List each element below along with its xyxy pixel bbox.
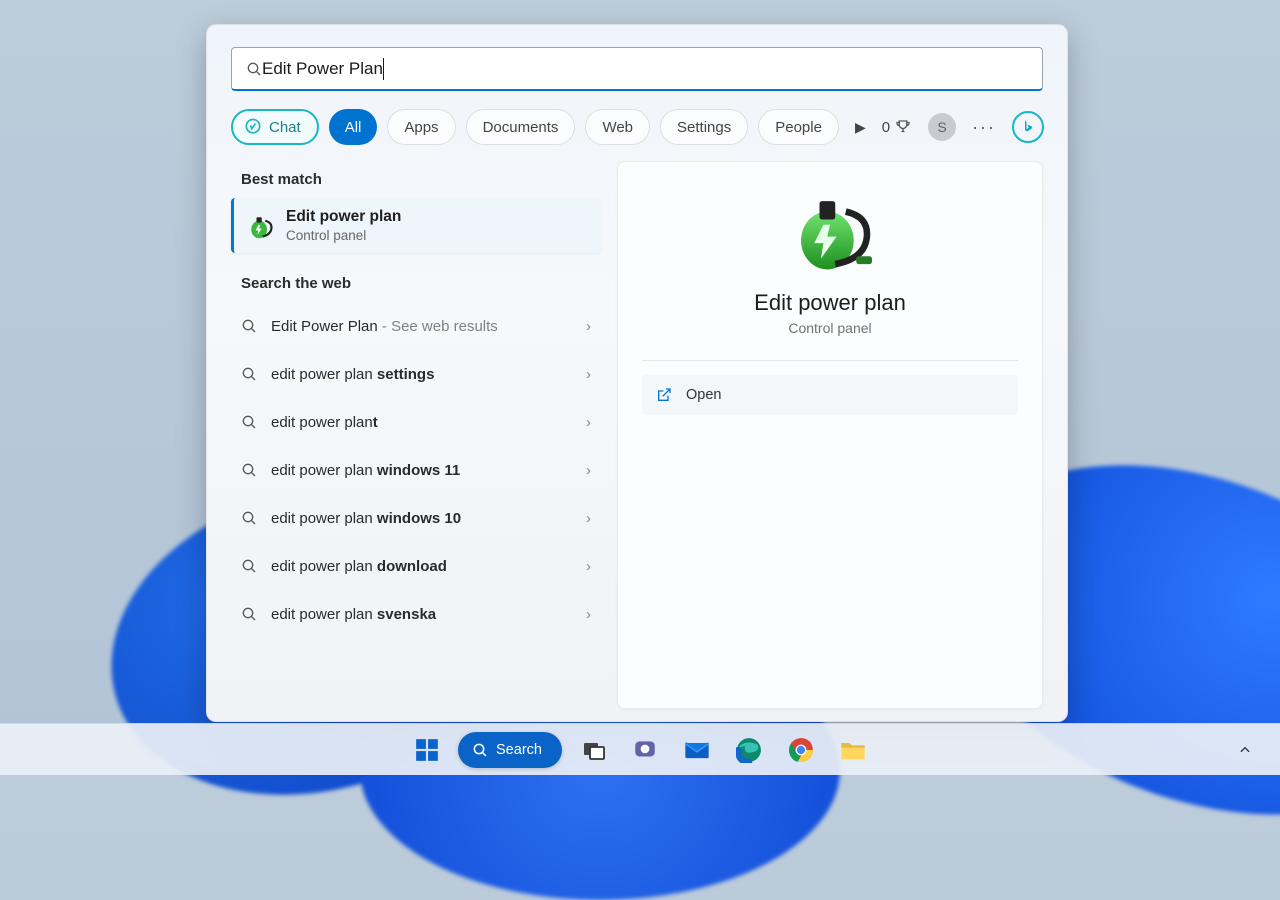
web-result[interactable]: edit power plan windows 11› [231,446,601,494]
chevron-right-icon: › [586,606,591,623]
open-external-icon [656,387,672,403]
web-result[interactable]: edit power plant› [231,398,601,446]
search-icon [241,606,257,622]
filter-all[interactable]: All [329,109,378,145]
best-match-heading: Best match [241,171,601,188]
chevron-right-icon: › [586,462,591,479]
filter-scroll-right[interactable]: ▶ [849,119,872,136]
filter-chat-label: Chat [269,119,301,136]
filter-documents-label: Documents [483,119,559,136]
chevron-right-icon: › [586,414,591,431]
web-result-label: edit power plan windows 10 [271,510,586,527]
search-icon [241,318,257,334]
filter-people-label: People [775,119,822,136]
windows-icon [414,737,440,763]
more-options[interactable]: ··· [972,117,996,138]
chevron-right-icon: › [586,318,591,335]
chrome-browser[interactable] [780,729,822,771]
edge-icon [736,737,762,763]
best-match-title: Edit power plan [286,208,401,226]
filter-chat[interactable]: Chat [231,109,319,145]
filter-web[interactable]: Web [585,109,650,145]
web-result-label: edit power plan settings [271,366,586,383]
filter-settings-label: Settings [677,119,731,136]
power-plan-large-icon [788,188,872,272]
open-label: Open [686,387,721,403]
trophy-icon [894,118,912,136]
mail-icon [683,736,711,764]
filter-apps-label: Apps [404,119,438,136]
web-result-label: edit power plan windows 11 [271,462,586,479]
best-match-result[interactable]: Edit power plan Control panel [231,198,601,253]
web-result-label: edit power plant [271,414,586,431]
bing-chat-button[interactable] [1012,111,1044,143]
system-tray [1228,724,1262,775]
chat-icon [632,737,658,763]
start-button[interactable] [406,729,448,771]
filter-people[interactable]: People [758,109,839,145]
filter-row: Chat All Apps Documents Web Settings Peo… [231,109,1043,145]
chrome-icon [788,737,814,763]
web-result[interactable]: Edit Power Plan - See web results› [231,302,601,350]
search-input-wrap[interactable]: Edit Power Plan [231,47,1043,91]
web-result-label: edit power plan download [271,558,586,575]
open-action[interactable]: Open [642,375,1018,415]
rewards-points-value: 0 [882,119,890,136]
user-initial: S [937,119,946,135]
results-column: Best match Edit power plan Control panel… [231,161,609,709]
mail-app[interactable] [676,729,718,771]
search-icon [241,414,257,430]
chevron-right-icon: › [586,510,591,527]
tray-overflow[interactable] [1228,729,1262,771]
web-result[interactable]: edit power plan svenska› [231,590,601,638]
task-view[interactable] [572,729,614,771]
web-result[interactable]: edit power plan windows 10› [231,494,601,542]
taskbar-search[interactable]: Search [458,732,562,768]
best-match-subtitle: Control panel [286,228,401,243]
detail-subtitle: Control panel [788,320,871,336]
filter-apps[interactable]: Apps [387,109,455,145]
search-web-heading: Search the web [241,275,601,292]
teams-chat[interactable] [624,729,666,771]
search-flyout: Edit Power Plan Chat All Apps Documents … [206,24,1068,722]
edge-browser[interactable] [728,729,770,771]
filter-settings[interactable]: Settings [660,109,748,145]
taskbar: Search [0,723,1280,775]
detail-title: Edit power plan [754,290,906,316]
chevron-up-icon [1238,743,1252,757]
search-icon [241,510,257,526]
web-result-label: edit power plan svenska [271,606,586,623]
web-result-label: Edit Power Plan - See web results [271,318,586,335]
bing-icon [1019,118,1037,136]
detail-pane: Edit power plan Control panel Open [617,161,1043,709]
search-icon [241,366,257,382]
divider [642,360,1018,361]
rewards-points[interactable]: 0 [882,118,912,136]
power-plan-icon [246,212,274,240]
file-explorer[interactable] [832,729,874,771]
filter-all-label: All [345,119,362,136]
chevron-right-icon: › [586,366,591,383]
web-result[interactable]: edit power plan download› [231,542,601,590]
search-icon [241,462,257,478]
filter-web-label: Web [602,119,633,136]
search-icon [472,742,488,758]
bing-chat-icon [243,117,263,137]
task-view-icon [581,738,605,762]
taskbar-search-label: Search [496,742,542,758]
folder-icon [839,736,867,764]
filter-documents[interactable]: Documents [466,109,576,145]
chevron-right-icon: › [586,558,591,575]
web-result[interactable]: edit power plan settings› [231,350,601,398]
user-avatar[interactable]: S [928,113,956,141]
search-icon [241,558,257,574]
